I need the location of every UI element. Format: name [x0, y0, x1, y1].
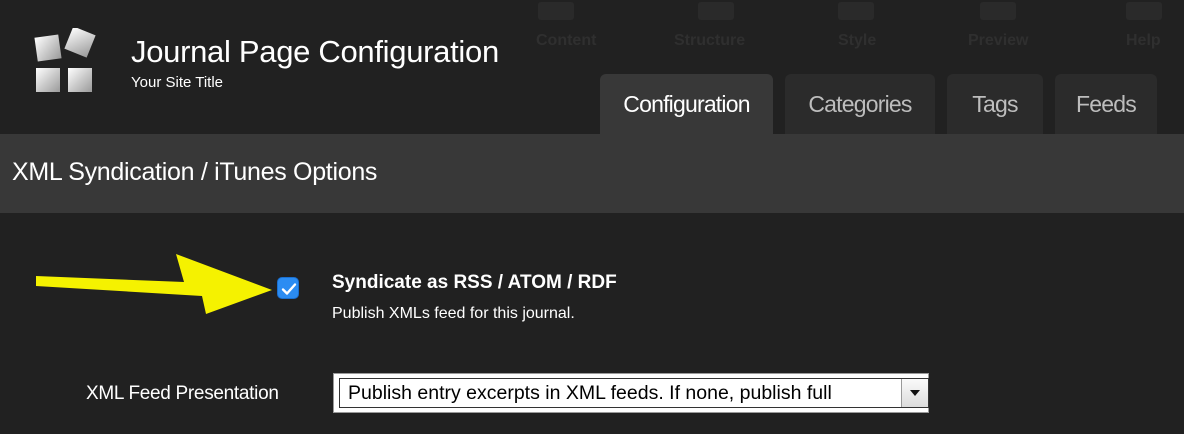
dropdown-button[interactable] — [901, 379, 928, 407]
syndicate-label: Syndicate as RSS / ATOM / RDF — [332, 272, 617, 293]
page-title: Journal Page Configuration — [131, 34, 499, 69]
squares-logo-icon — [34, 28, 96, 92]
tab-categories[interactable]: Categories — [785, 74, 935, 134]
section-title: XML Syndication / iTunes Options — [12, 158, 378, 186]
tab-tags[interactable]: Tags — [947, 74, 1043, 134]
tab-feeds[interactable]: Feeds — [1055, 74, 1157, 134]
chevron-down-icon — [910, 390, 920, 396]
select-field[interactable]: Publish entry excerpts in XML feeds. If … — [339, 378, 929, 408]
checkmark-icon — [281, 283, 297, 295]
select-value: Publish entry excerpts in XML feeds. If … — [348, 382, 832, 404]
syndicate-description: Publish XMLs feed for this journal. — [332, 305, 575, 322]
syndicate-checkbox[interactable] — [277, 277, 299, 299]
page-header: Journal Page Configuration Your Site Tit… — [0, 0, 1184, 134]
yellow-arrow-icon — [36, 254, 272, 314]
feed-presentation-select[interactable]: Publish entry excerpts in XML feeds. If … — [333, 373, 929, 413]
site-title: Your Site Title — [131, 74, 223, 91]
tab-configuration[interactable]: Configuration — [600, 74, 773, 134]
section-header: XML Syndication / iTunes Options — [0, 134, 1184, 213]
feed-presentation-label: XML Feed Presentation — [86, 383, 279, 404]
